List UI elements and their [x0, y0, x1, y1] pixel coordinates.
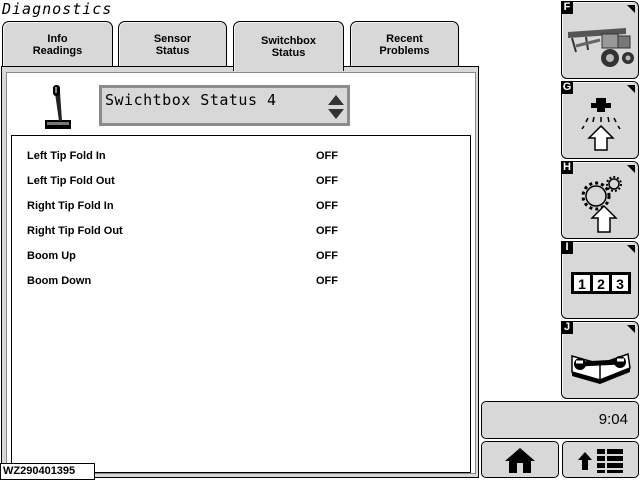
tab-label-line2: Readings: [32, 44, 83, 57]
switchbox-select-value: Swichtbox Status 4: [105, 91, 277, 109]
tab-label-line2: Status: [271, 46, 306, 59]
softkey-j-service[interactable]: J: [561, 321, 639, 399]
nozzle-spray-icon: [581, 98, 621, 151]
up-down-arrows-icon[interactable]: [327, 94, 345, 120]
switch-state: OFF: [316, 250, 338, 262]
tab-label-line1: Switchbox: [260, 34, 316, 47]
corner-marker: [627, 165, 635, 173]
tab-info-readings[interactable]: Info Readings: [2, 21, 113, 67]
softkey-letter: F: [561, 1, 573, 14]
clock-display: 9:04: [481, 401, 639, 439]
home-icon: [505, 448, 535, 473]
switch-state: OFF: [316, 175, 338, 187]
digit-three: 3: [616, 276, 624, 292]
softkey-letter: I: [561, 241, 573, 254]
menu-list-icon: [578, 449, 623, 473]
wrench-book-icon: [571, 352, 631, 384]
switch-status-list: Left Tip Fold In OFF Left Tip Fold Out O…: [11, 135, 471, 473]
clock-time: 9:04: [598, 411, 628, 428]
list-item: Boom Up OFF: [12, 247, 470, 265]
content-area: Swichtbox Status 4 Left Tip Fold In OFF …: [6, 72, 476, 474]
figure-id-label: WZ290401395: [0, 463, 95, 480]
switch-name: Left Tip Fold In: [27, 150, 106, 162]
home-button[interactable]: [481, 441, 559, 478]
corner-marker: [627, 5, 635, 13]
switch-name: Right Tip Fold Out: [27, 225, 123, 237]
list-item: Right Tip Fold Out OFF: [12, 222, 470, 240]
softkey-h-gears[interactable]: H: [561, 161, 639, 239]
switch-state: OFF: [316, 200, 338, 212]
corner-marker: [627, 85, 635, 93]
tab-label-line1: Info: [47, 32, 68, 45]
switch-name: Right Tip Fold In: [27, 200, 114, 212]
switch-state: OFF: [316, 275, 338, 287]
tab-recent-problems[interactable]: Recent Problems: [350, 21, 459, 67]
switchbox-select[interactable]: Swichtbox Status 4: [99, 85, 350, 126]
sprayer-machine-icon: [568, 28, 634, 67]
switch-state: OFF: [316, 225, 338, 237]
list-item: Left Tip Fold In OFF: [12, 147, 470, 165]
digit-two: 2: [597, 276, 605, 292]
softkey-letter: J: [561, 321, 573, 334]
tab-switchbox-status[interactable]: Switchbox Status: [233, 21, 344, 71]
list-item: Left Tip Fold Out OFF: [12, 172, 470, 190]
switch-name: Boom Down: [27, 275, 92, 287]
joystick-icon: [45, 85, 71, 129]
softkey-i-numbers[interactable]: I 1 2 3: [561, 241, 639, 319]
gears-icon: [581, 176, 622, 233]
switch-name: Left Tip Fold Out: [27, 175, 115, 187]
tab-label-line1: Recent: [386, 32, 423, 45]
tab-sensor-status[interactable]: Sensor Status: [118, 21, 227, 67]
softkey-g-nozzle[interactable]: G: [561, 81, 639, 159]
switch-state: OFF: [316, 150, 338, 162]
corner-marker: [627, 245, 635, 253]
page-title: Diagnostics: [2, 0, 113, 18]
tab-label-line1: Sensor: [153, 32, 192, 45]
tab-label-line2: Problems: [379, 44, 430, 57]
menu-button[interactable]: [562, 441, 639, 478]
list-item: Boom Down OFF: [12, 272, 470, 290]
softkey-letter: H: [561, 161, 573, 174]
number-display-icon: 1 2 3: [571, 272, 631, 294]
list-item: Right Tip Fold In OFF: [12, 197, 470, 215]
digit-one: 1: [578, 276, 586, 292]
content-panel: Swichtbox Status 4 Left Tip Fold In OFF …: [1, 66, 479, 478]
softkey-f-machine[interactable]: F: [561, 1, 639, 79]
switch-name: Boom Up: [27, 250, 76, 262]
corner-marker: [627, 325, 635, 333]
tab-label-line2: Status: [155, 44, 190, 57]
softkey-letter: G: [561, 81, 573, 94]
